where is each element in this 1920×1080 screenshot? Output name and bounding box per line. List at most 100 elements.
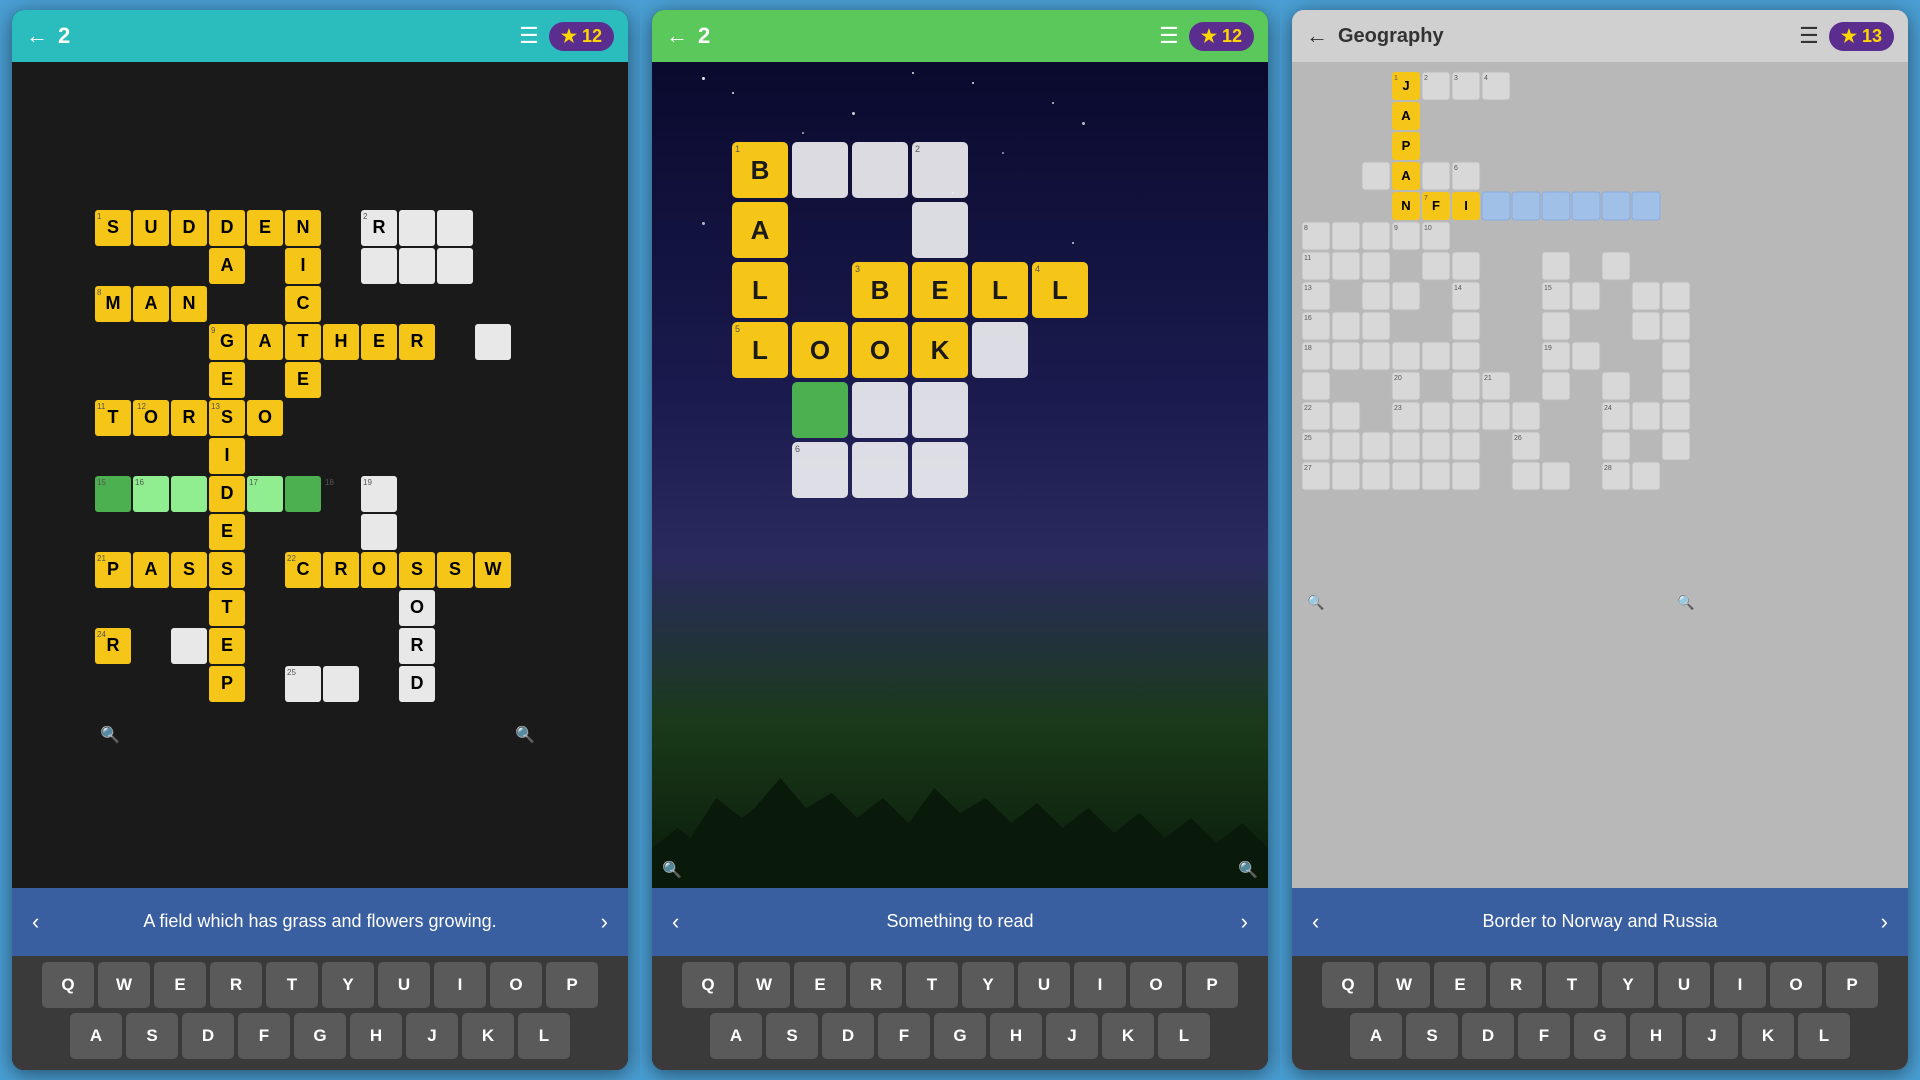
svg-text:R: R (373, 217, 386, 237)
header-2: ← 2 ☰ ★ 12 (652, 10, 1268, 62)
key-P-2[interactable]: P (1186, 962, 1238, 1008)
clue-text-1: A field which has grass and flowers grow… (47, 910, 592, 933)
key-A-3[interactable]: A (1350, 1013, 1402, 1059)
star-icon-1: ★ (561, 26, 577, 47)
svg-text:23: 23 (1394, 405, 1402, 412)
key-A-1[interactable]: A (70, 1013, 122, 1059)
key-S-1[interactable]: S (126, 1013, 178, 1059)
key-H-1[interactable]: H (350, 1013, 402, 1059)
key-D-1[interactable]: D (182, 1013, 234, 1059)
back-button-2[interactable]: ← (666, 23, 688, 49)
key-E-1[interactable]: E (154, 962, 206, 1008)
clue-next-3[interactable]: › (1873, 909, 1896, 935)
key-K-1[interactable]: K (462, 1013, 514, 1059)
key-K-3[interactable]: K (1742, 1013, 1794, 1059)
key-H-2[interactable]: H (990, 1013, 1042, 1059)
key-T-1[interactable]: T (266, 962, 318, 1008)
key-L-1[interactable]: L (518, 1013, 570, 1059)
key-P-1[interactable]: P (546, 962, 598, 1008)
key-W-3[interactable]: W (1378, 962, 1430, 1008)
clue-prev-1[interactable]: ‹ (24, 909, 47, 935)
key-U-2[interactable]: U (1018, 962, 1070, 1008)
key-G-3[interactable]: G (1574, 1013, 1626, 1059)
key-T-3[interactable]: T (1546, 962, 1598, 1008)
key-E-2[interactable]: E (794, 962, 846, 1008)
key-T-2[interactable]: T (906, 962, 958, 1008)
key-P-3[interactable]: P (1826, 962, 1878, 1008)
svg-text:P: P (221, 673, 233, 693)
key-F-1[interactable]: F (238, 1013, 290, 1059)
svg-text:1: 1 (97, 212, 102, 221)
crossword-grid-2: 1 B 2 A (732, 142, 1088, 502)
svg-text:A: A (1401, 108, 1411, 123)
key-R-3[interactable]: R (1490, 962, 1542, 1008)
key-F-3[interactable]: F (1518, 1013, 1570, 1059)
svg-text:T: T (108, 407, 119, 427)
key-I-3[interactable]: I (1714, 962, 1766, 1008)
svg-text:S: S (449, 559, 461, 579)
key-L-3[interactable]: L (1798, 1013, 1850, 1059)
key-F-2[interactable]: F (878, 1013, 930, 1059)
svg-text:9: 9 (211, 326, 216, 335)
back-button-1[interactable]: ← (26, 23, 48, 49)
svg-text:O: O (372, 559, 386, 579)
key-Q-3[interactable]: Q (1322, 962, 1374, 1008)
key-J-1[interactable]: J (406, 1013, 458, 1059)
clue-next-1[interactable]: › (593, 909, 616, 935)
key-G-1[interactable]: G (294, 1013, 346, 1059)
clue-prev-3[interactable]: ‹ (1304, 909, 1327, 935)
key-O-3[interactable]: O (1770, 962, 1822, 1008)
svg-text:15: 15 (97, 478, 106, 487)
keyboard-row-2-1: A S D F G H J K L (16, 1013, 624, 1059)
svg-text:A: A (259, 331, 272, 351)
key-L-2[interactable]: L (1158, 1013, 1210, 1059)
clue-text-3: Border to Norway and Russia (1327, 910, 1872, 933)
key-O-2[interactable]: O (1130, 962, 1182, 1008)
key-U-3[interactable]: U (1658, 962, 1710, 1008)
key-E-3[interactable]: E (1434, 962, 1486, 1008)
svg-text:9: 9 (1394, 225, 1398, 232)
svg-text:C: C (297, 293, 310, 313)
key-A-2[interactable]: A (710, 1013, 762, 1059)
key-Y-2[interactable]: Y (962, 962, 1014, 1008)
keyboard-2: Q W E R T Y U I O P A S D F G H J K L (652, 956, 1268, 1070)
key-S-3[interactable]: S (1406, 1013, 1458, 1059)
list-icon-3[interactable]: ☰ (1799, 23, 1819, 49)
key-D-2[interactable]: D (822, 1013, 874, 1059)
key-D-3[interactable]: D (1462, 1013, 1514, 1059)
svg-text:U: U (145, 217, 158, 237)
key-S-2[interactable]: S (766, 1013, 818, 1059)
key-I-2[interactable]: I (1074, 962, 1126, 1008)
key-Q-1[interactable]: Q (42, 962, 94, 1008)
key-W-1[interactable]: W (98, 962, 150, 1008)
key-W-2[interactable]: W (738, 962, 790, 1008)
key-R-2[interactable]: R (850, 962, 902, 1008)
key-K-2[interactable]: K (1102, 1013, 1154, 1059)
key-H-3[interactable]: H (1630, 1013, 1682, 1059)
svg-text:A: A (1401, 168, 1411, 183)
list-icon-2[interactable]: ☰ (1159, 23, 1179, 49)
key-I-1[interactable]: I (434, 962, 486, 1008)
svg-text:C: C (297, 559, 310, 579)
clue-next-2[interactable]: › (1233, 909, 1256, 935)
svg-text:15: 15 (1544, 285, 1552, 292)
key-U-1[interactable]: U (378, 962, 430, 1008)
key-Y-1[interactable]: Y (322, 962, 374, 1008)
svg-text:N: N (297, 217, 310, 237)
key-R-1[interactable]: R (210, 962, 262, 1008)
svg-text:T: T (298, 331, 309, 351)
key-G-2[interactable]: G (934, 1013, 986, 1059)
svg-text:24: 24 (97, 630, 106, 639)
key-J-2[interactable]: J (1046, 1013, 1098, 1059)
key-Q-2[interactable]: Q (682, 962, 734, 1008)
svg-text:🔍: 🔍 (100, 724, 120, 744)
key-Y-3[interactable]: Y (1602, 962, 1654, 1008)
clue-prev-2[interactable]: ‹ (664, 909, 687, 935)
back-button-3[interactable]: ← (1306, 23, 1328, 49)
svg-text:11: 11 (1304, 255, 1311, 262)
clue-bar-1: ‹ A field which has grass and flowers gr… (12, 888, 628, 956)
key-O-1[interactable]: O (490, 962, 542, 1008)
star-count-3: 13 (1862, 26, 1882, 47)
key-J-3[interactable]: J (1686, 1013, 1738, 1059)
list-icon-1[interactable]: ☰ (519, 23, 539, 49)
